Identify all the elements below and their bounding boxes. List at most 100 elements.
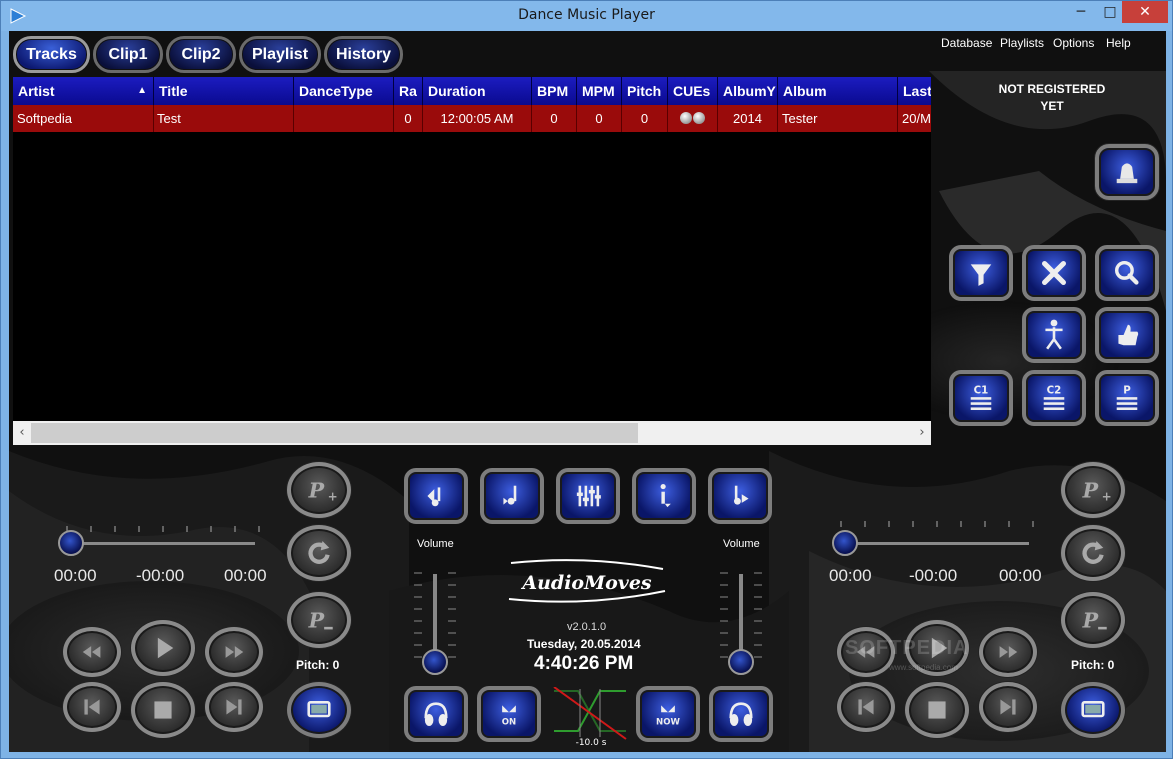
menu-playlists[interactable]: Playlists [1000,36,1044,50]
headphones-right-button[interactable] [709,686,773,742]
col-artist-label: Artist [18,83,55,99]
col-mpm[interactable]: MPM [577,77,622,105]
left-screen-button[interactable] [287,682,351,738]
col-albumyear[interactable]: AlbumY [718,77,778,105]
right-fastforward-button[interactable] [979,627,1037,677]
col-duration[interactable]: Duration [423,77,532,105]
thumbs-up-button[interactable] [1095,307,1159,363]
col-rating[interactable]: Ra [394,77,423,105]
right-position-knob[interactable] [832,530,858,556]
left-previous-button[interactable] [63,682,121,732]
headphones-left-button[interactable] [404,686,468,742]
scroll-right-icon[interactable]: › [914,423,930,443]
left-pitch-plus-button[interactable]: P + [287,462,351,518]
left-stop-button[interactable] [131,682,195,738]
tab-playlist[interactable]: Playlist [239,36,321,73]
left-position-knob[interactable] [58,530,84,556]
right-pitch-label: Pitch: 0 [1071,658,1115,672]
info-button[interactable] [632,468,696,524]
menu-options[interactable]: Options [1053,36,1094,50]
filter-button[interactable] [949,245,1013,301]
skip-forward-icon [226,699,242,715]
maximize-button[interactable]: □ [1098,1,1122,23]
list-c2-button[interactable]: C2 [1022,370,1086,426]
cue-point-button[interactable] [480,468,544,524]
left-pitch-reset-button[interactable] [287,525,351,581]
tab-clip1[interactable]: Clip1 [93,36,163,73]
cue-back-button[interactable] [404,468,468,524]
cell-cues [668,105,718,132]
scroll-left-icon[interactable]: ‹ [14,423,30,443]
cell-title: Test [154,105,294,132]
col-last[interactable]: Last [898,77,931,105]
col-cues[interactable]: CUEs [668,77,718,105]
right-pitch-minus-button[interactable]: P [1061,592,1125,648]
right-previous-button[interactable] [837,682,895,732]
right-position-track[interactable] [845,542,1029,545]
minimize-button[interactable]: ─ [1064,1,1098,23]
now-button[interactable]: NOW [636,686,700,742]
audiomoves-logo: AudioMoves [508,559,666,603]
horizontal-scrollbar[interactable]: ‹ › [13,421,931,445]
left-rewind-button[interactable] [63,627,121,677]
equalizer-button[interactable] [556,468,620,524]
auto-on-icon: ON [502,705,516,727]
tab-clip2[interactable]: Clip2 [166,36,236,73]
left-play-button[interactable] [131,620,195,676]
volume-right-track[interactable] [739,574,743,659]
auto-on-button[interactable]: ON [477,686,541,742]
title-bar: Dance Music Player ─ □ ✕ [1,1,1172,31]
table-row[interactable]: Softpedia Test 0 12:00:05 AM 0 0 0 2014 … [13,105,931,132]
volume-left-track[interactable] [433,574,437,659]
left-fastforward-button[interactable] [205,627,263,677]
cell-last: 20/M [902,111,931,126]
col-title[interactable]: Title [154,77,294,105]
left-pitch-minus-button[interactable]: P [287,592,351,648]
version-text: v2.0.1.0 [567,621,607,633]
right-pitch-plus-button[interactable]: P + [1061,462,1125,518]
col-pitch[interactable]: Pitch [622,77,668,105]
window-title: Dance Music Player [518,7,655,23]
menu-database[interactable]: Database [941,36,992,50]
dancer-button[interactable] [1022,307,1086,363]
menu-help[interactable]: Help [1106,36,1131,50]
sort-up-icon: ▲ [137,85,147,96]
stop-icon [928,701,946,719]
search-button[interactable] [1095,245,1159,301]
cell-rating: 0 [394,105,423,132]
volume-right-knob[interactable] [728,649,754,675]
refresh-icon [308,541,330,564]
right-next-button[interactable] [979,682,1037,732]
cue-end-icon [692,112,705,124]
menu-bar: Database Playlists Options Help [937,36,1162,52]
col-artist[interactable]: Artist ▲ [13,77,154,105]
scroll-thumb[interactable] [31,423,638,443]
volume-left-knob[interactable] [422,649,448,675]
list-p-button[interactable]: P [1095,370,1159,426]
list-c1-button[interactable]: C1 [949,370,1013,426]
stamp-button[interactable] [1095,144,1159,200]
right-total-time: 00:00 [999,566,1042,585]
close-button[interactable]: ✕ [1122,1,1168,23]
crossfade-time: -10.0 s [576,738,607,747]
filter-icon [970,264,992,286]
tab-tracks[interactable]: Tracks [13,36,90,73]
right-screen-button[interactable] [1061,682,1125,738]
fast-forward-icon [999,646,1018,658]
right-pitch-reset-button[interactable] [1061,525,1125,581]
svg-text:C2: C2 [1047,385,1062,397]
tools-button[interactable] [1022,245,1086,301]
tab-history[interactable]: History [324,36,403,73]
right-stop-button[interactable] [905,682,969,738]
col-dancetype[interactable]: DanceType [294,77,394,105]
left-position-track[interactable] [71,542,255,545]
stop-icon [154,701,172,719]
svg-text:C1: C1 [974,385,989,397]
svg-text:+: + [1102,489,1112,503]
col-bpm[interactable]: BPM [532,77,577,105]
left-next-button[interactable] [205,682,263,732]
cue-forward-button[interactable] [708,468,772,524]
play-icon [157,637,174,659]
tools-icon [1042,261,1067,285]
col-album[interactable]: Album [778,77,898,105]
